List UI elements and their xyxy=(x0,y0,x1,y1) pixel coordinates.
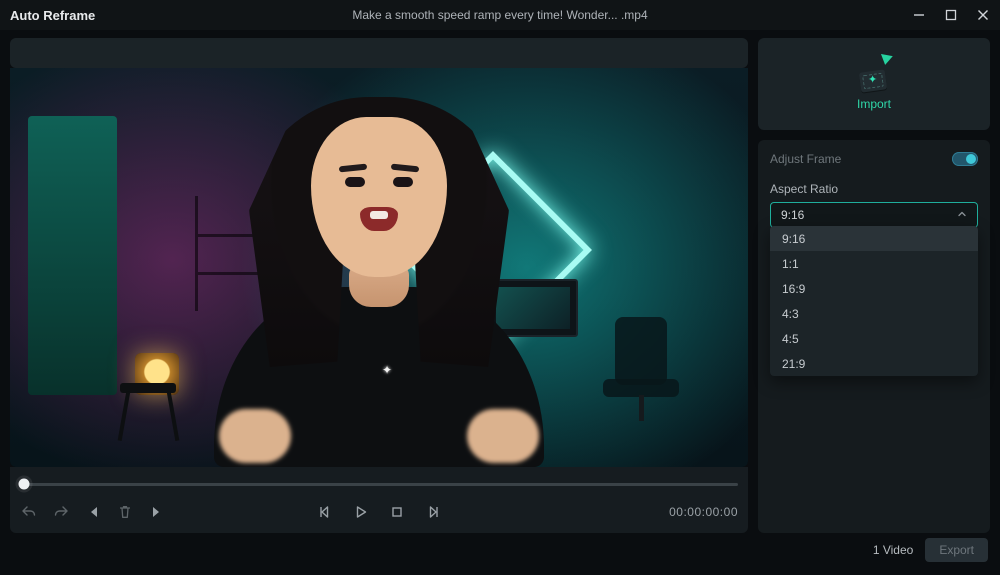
delete-icon[interactable] xyxy=(116,503,134,521)
aspect-option-16-9[interactable]: 16:9 xyxy=(770,276,978,301)
file-title: Make a smooth speed ramp every time! Won… xyxy=(352,8,647,22)
next-marker-icon[interactable] xyxy=(148,503,166,521)
aspect-option-1-1[interactable]: 1:1 xyxy=(770,251,978,276)
window-controls xyxy=(912,8,990,22)
video-frame: ✦ xyxy=(10,68,748,467)
import-label: Import xyxy=(857,97,891,111)
timecode: 00:00:00:00 xyxy=(669,505,738,519)
aspect-ratio-dropdown: 9:16 1:1 16:9 4:3 4:5 21:9 xyxy=(770,226,978,376)
stop-icon[interactable] xyxy=(388,503,406,521)
right-panel: ✦ Import Adjust Frame Aspect Ratio 9:16 … xyxy=(758,38,990,533)
step-back-icon[interactable] xyxy=(316,503,334,521)
adjust-frame-panel: Adjust Frame Aspect Ratio 9:16 9:16 1:1 … xyxy=(758,140,990,533)
video-preview[interactable]: ✦ xyxy=(10,68,748,467)
timeline-scrubber[interactable] xyxy=(20,475,738,493)
prev-marker-icon[interactable] xyxy=(84,503,102,521)
adjust-frame-title: Adjust Frame xyxy=(770,152,841,166)
aspect-ratio-label: Aspect Ratio xyxy=(770,182,978,196)
import-icon: ✦ xyxy=(858,57,890,91)
workspace: ✦ xyxy=(0,30,1000,535)
video-count: 1 Video xyxy=(873,543,913,557)
aspect-option-21-9[interactable]: 21:9 xyxy=(770,351,978,376)
aspect-ratio-value: 9:16 xyxy=(781,208,804,222)
import-button[interactable]: ✦ Import xyxy=(758,38,990,130)
aspect-ratio-select[interactable]: 9:16 xyxy=(770,202,978,228)
aspect-option-9-16[interactable]: 9:16 xyxy=(770,226,978,251)
step-forward-icon[interactable] xyxy=(424,503,442,521)
preview-topbar xyxy=(10,38,748,68)
footer: 1 Video Export xyxy=(0,535,1000,565)
preview-panel: ✦ xyxy=(10,38,748,533)
play-icon[interactable] xyxy=(352,503,370,521)
close-icon[interactable] xyxy=(976,8,990,22)
app-title: Auto Reframe xyxy=(10,8,95,23)
adjust-frame-toggle[interactable] xyxy=(952,152,978,166)
aspect-option-4-5[interactable]: 4:5 xyxy=(770,326,978,351)
titlebar: Auto Reframe Make a smooth speed ramp ev… xyxy=(0,0,1000,30)
maximize-icon[interactable] xyxy=(944,8,958,22)
undo-icon[interactable] xyxy=(20,503,38,521)
chevron-up-icon xyxy=(957,208,967,222)
export-button[interactable]: Export xyxy=(925,538,988,562)
scrubber-thumb[interactable] xyxy=(19,479,30,490)
player-controls: 00:00:00:00 xyxy=(10,467,748,533)
cursor-icon: ✦ xyxy=(382,363,392,377)
aspect-option-4-3[interactable]: 4:3 xyxy=(770,301,978,326)
minimize-icon[interactable] xyxy=(912,8,926,22)
redo-icon[interactable] xyxy=(52,503,70,521)
